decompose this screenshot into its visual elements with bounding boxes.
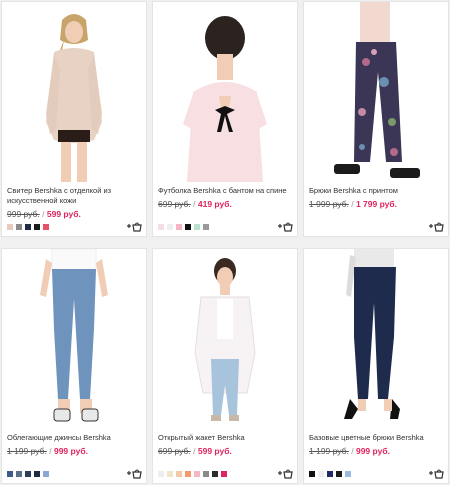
color-swatch[interactable]	[34, 471, 40, 477]
old-price: 699 руб.	[158, 446, 191, 456]
color-swatch[interactable]	[185, 471, 191, 477]
sale-price: 999 руб.	[53, 446, 88, 456]
product-card[interactable]: Свитер Bershka с отделкой из искусственн…	[1, 1, 147, 237]
color-swatches	[7, 224, 49, 230]
product-card[interactable]: Футболка Bershka с бантом на спине 699 р…	[152, 1, 298, 237]
color-swatch[interactable]	[203, 224, 209, 230]
color-swatch[interactable]	[327, 471, 333, 477]
color-swatch[interactable]	[176, 224, 182, 230]
product-name[interactable]: Свитер Bershka с отделкой из искусственн…	[7, 186, 143, 206]
price-separator: /	[193, 199, 196, 209]
old-price: 1 999 руб.	[309, 199, 349, 209]
add-to-cart-icon[interactable]	[277, 220, 293, 232]
color-swatch[interactable]	[158, 224, 164, 230]
product-price: 1 199 руб. / 999 руб.	[309, 446, 390, 456]
product-photo[interactable]	[2, 249, 146, 429]
color-swatch[interactable]	[212, 471, 218, 477]
color-swatch[interactable]	[318, 471, 324, 477]
color-swatches	[309, 471, 351, 477]
price-separator: /	[351, 446, 354, 456]
color-swatches	[158, 471, 227, 477]
old-price: 1 199 руб.	[7, 446, 47, 456]
color-swatch[interactable]	[345, 471, 351, 477]
sale-price: 1 799 руб.	[355, 199, 398, 209]
sale-price: 599 руб.	[46, 209, 81, 219]
color-swatch[interactable]	[203, 471, 209, 477]
add-to-cart-icon[interactable]	[126, 220, 142, 232]
sale-price: 419 руб.	[197, 199, 232, 209]
color-swatch[interactable]	[34, 224, 40, 230]
product-photo[interactable]	[2, 2, 146, 182]
color-swatch[interactable]	[7, 224, 13, 230]
product-name[interactable]: Футболка Bershka с бантом на спине	[158, 186, 294, 196]
color-swatch[interactable]	[194, 224, 200, 230]
old-price: 999 руб.	[7, 209, 40, 219]
color-swatch[interactable]	[43, 471, 49, 477]
old-price: 1 199 руб.	[309, 446, 349, 456]
color-swatch[interactable]	[167, 471, 173, 477]
color-swatches	[158, 224, 209, 230]
product-name[interactable]: Брюки Bershka с принтом	[309, 186, 445, 196]
product-grid: Свитер Bershka с отделкой из искусственн…	[0, 0, 450, 485]
product-card[interactable]: Облегающие джинсы Bershka 1 199 руб. / 9…	[1, 248, 147, 484]
color-swatch[interactable]	[158, 471, 164, 477]
product-price: 699 руб. / 599 руб.	[158, 446, 232, 456]
product-card[interactable]: Брюки Bershka с принтом 1 999 руб. / 1 7…	[303, 1, 449, 237]
color-swatch[interactable]	[176, 471, 182, 477]
product-name[interactable]: Облегающие джинсы Bershka	[7, 433, 143, 443]
color-swatches	[7, 471, 49, 477]
color-swatch[interactable]	[167, 224, 173, 230]
color-swatch[interactable]	[25, 471, 31, 477]
product-price: 1 999 руб. / 1 799 руб.	[309, 199, 397, 209]
color-swatch[interactable]	[7, 471, 13, 477]
color-swatch[interactable]	[16, 224, 22, 230]
product-price: 1 199 руб. / 999 руб.	[7, 446, 88, 456]
color-swatch[interactable]	[221, 471, 227, 477]
add-to-cart-icon[interactable]	[126, 467, 142, 479]
product-price: 999 руб. / 599 руб.	[7, 209, 81, 219]
color-swatch[interactable]	[25, 224, 31, 230]
color-swatch[interactable]	[336, 471, 342, 477]
product-photo[interactable]	[153, 2, 297, 182]
product-photo[interactable]	[304, 2, 448, 182]
product-card[interactable]: Открытый жакет Bershka 699 руб. / 599 ру…	[152, 248, 298, 484]
product-name[interactable]: Открытый жакет Bershka	[158, 433, 294, 443]
price-separator: /	[49, 446, 52, 456]
add-to-cart-icon[interactable]	[428, 220, 444, 232]
price-separator: /	[193, 446, 196, 456]
price-separator: /	[42, 209, 45, 219]
product-photo[interactable]	[304, 249, 448, 429]
product-card[interactable]: Базовые цветные брюки Bershka 1 199 руб.…	[303, 248, 449, 484]
color-swatch[interactable]	[16, 471, 22, 477]
product-name[interactable]: Базовые цветные брюки Bershka	[309, 433, 445, 443]
add-to-cart-icon[interactable]	[277, 467, 293, 479]
product-price: 699 руб. / 419 руб.	[158, 199, 232, 209]
sale-price: 999 руб.	[355, 446, 390, 456]
product-photo[interactable]	[153, 249, 297, 429]
color-swatch[interactable]	[43, 224, 49, 230]
old-price: 699 руб.	[158, 199, 191, 209]
add-to-cart-icon[interactable]	[428, 467, 444, 479]
sale-price: 599 руб.	[197, 446, 232, 456]
price-separator: /	[351, 199, 354, 209]
color-swatch[interactable]	[185, 224, 191, 230]
color-swatch[interactable]	[194, 471, 200, 477]
color-swatch[interactable]	[309, 471, 315, 477]
